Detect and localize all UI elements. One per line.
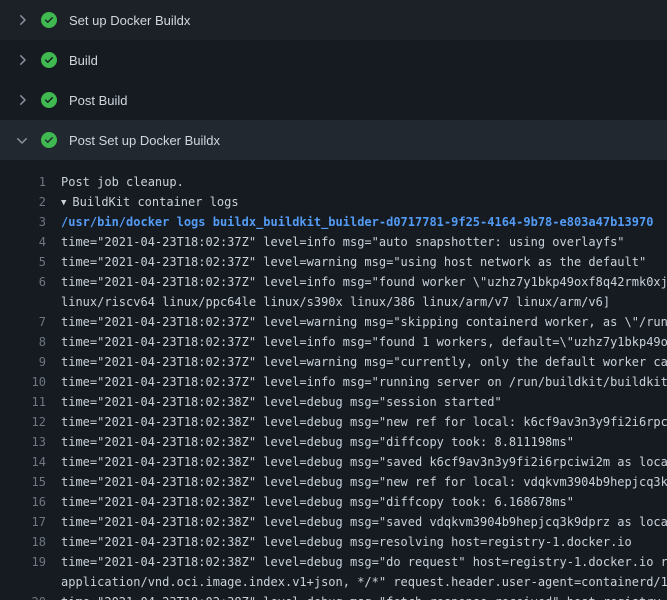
log-line: 9 time="2021-04-23T18:02:37Z" level=warni… bbox=[0, 352, 667, 372]
log-text: time="2021-04-23T18:02:38Z" level=debug … bbox=[61, 552, 667, 572]
log-text: time="2021-04-23T18:02:37Z" level=warnin… bbox=[61, 312, 667, 332]
log-text: time="2021-04-23T18:02:38Z" level=debug … bbox=[61, 412, 667, 432]
log-text: time="2021-04-23T18:02:38Z" level=debug … bbox=[61, 432, 667, 452]
line-number[interactable]: 8 bbox=[0, 332, 46, 352]
line-number[interactable]: 3 bbox=[0, 212, 46, 232]
log-text: Post job cleanup. bbox=[61, 172, 667, 192]
log-group-label[interactable]: ▼ BuildKit container logs bbox=[61, 192, 667, 212]
chevron-right-icon bbox=[14, 92, 30, 108]
line-number[interactable]: 10 bbox=[0, 372, 46, 392]
line-number[interactable]: 5 bbox=[0, 252, 46, 272]
line-number[interactable]: 17 bbox=[0, 512, 46, 532]
log-line: 14 time="2021-04-23T18:02:38Z" level=debu… bbox=[0, 452, 667, 472]
line-number[interactable]: 13 bbox=[0, 432, 46, 452]
success-check-icon bbox=[41, 132, 57, 148]
log-text: time="2021-04-23T18:02:37Z" level=info m… bbox=[61, 372, 667, 392]
log-text: time="2021-04-23T18:02:38Z" level=debug … bbox=[61, 472, 667, 492]
log-line: 19 time="2021-04-23T18:02:38Z" level=debu… bbox=[0, 552, 667, 572]
log-line: 5 time="2021-04-23T18:02:37Z" level=warni… bbox=[0, 252, 667, 272]
line-number bbox=[0, 572, 46, 592]
log-output: 1 Post job cleanup. 2 ▼ BuildKit container l… bbox=[0, 160, 667, 600]
line-number[interactable]: 4 bbox=[0, 232, 46, 252]
log-text: application/vnd.oci.image.index.v1+json,… bbox=[61, 572, 667, 592]
log-text: time="2021-04-23T18:02:37Z" level=info m… bbox=[61, 332, 667, 352]
log-section-header-set-up-docker-buildx[interactable]: Set up Docker Buildx bbox=[0, 0, 667, 40]
log-line: 20 time="2021-04-23T18:02:38Z" level=debu… bbox=[0, 592, 667, 600]
log-text: time="2021-04-23T18:02:37Z" level=warnin… bbox=[61, 252, 667, 272]
log-line: 18 time="2021-04-23T18:02:38Z" level=debu… bbox=[0, 532, 667, 552]
section-title: Post Set up Docker Buildx bbox=[69, 133, 220, 148]
log-text: time="2021-04-23T18:02:37Z" level=warnin… bbox=[61, 352, 667, 372]
log-text: time="2021-04-23T18:02:38Z" level=debug … bbox=[61, 392, 667, 412]
log-line: 13 time="2021-04-23T18:02:38Z" level=debu… bbox=[0, 432, 667, 452]
log-line: application/vnd.oci.image.index.v1+json,… bbox=[0, 572, 667, 592]
log-section-header-post-build[interactable]: Post Build bbox=[0, 80, 667, 120]
line-number[interactable]: 14 bbox=[0, 452, 46, 472]
line-number bbox=[0, 292, 46, 312]
line-number[interactable]: 1 bbox=[0, 172, 46, 192]
line-number[interactable]: 12 bbox=[0, 412, 46, 432]
log-line: linux/riscv64 linux/ppc64le linux/s390x … bbox=[0, 292, 667, 312]
section-title: Build bbox=[69, 53, 98, 68]
workflow-log-viewer: Set up Docker Buildx Build Post Build Post … bbox=[0, 0, 667, 600]
line-number[interactable]: 16 bbox=[0, 492, 46, 512]
log-text: linux/riscv64 linux/ppc64le linux/s390x … bbox=[61, 292, 667, 312]
log-section-header-post-set-up-docker-buildx[interactable]: Post Set up Docker Buildx bbox=[0, 120, 667, 160]
line-number[interactable]: 6 bbox=[0, 272, 46, 292]
log-line: 16 time="2021-04-23T18:02:38Z" level=debu… bbox=[0, 492, 667, 512]
success-check-icon bbox=[41, 92, 57, 108]
log-group-title: BuildKit container logs bbox=[72, 195, 238, 209]
log-text: time="2021-04-23T18:02:37Z" level=info m… bbox=[61, 272, 667, 292]
log-line: 2 ▼ BuildKit container logs bbox=[0, 192, 667, 212]
chevron-down-icon bbox=[14, 132, 30, 148]
line-number[interactable]: 2 bbox=[0, 192, 46, 212]
log-section-header-build[interactable]: Build bbox=[0, 40, 667, 80]
log-text: time="2021-04-23T18:02:38Z" level=debug … bbox=[61, 492, 667, 512]
command-text: /usr/bin/docker logs buildx_buildkit_bui… bbox=[61, 212, 667, 232]
log-line: 6 time="2021-04-23T18:02:37Z" level=info … bbox=[0, 272, 667, 292]
section-title: Post Build bbox=[69, 93, 128, 108]
log-line: 17 time="2021-04-23T18:02:38Z" level=debu… bbox=[0, 512, 667, 532]
log-line: 4 time="2021-04-23T18:02:37Z" level=info … bbox=[0, 232, 667, 252]
log-text: time="2021-04-23T18:02:38Z" level=debug … bbox=[61, 532, 667, 552]
success-check-icon bbox=[41, 12, 57, 28]
log-line: 7 time="2021-04-23T18:02:37Z" level=warni… bbox=[0, 312, 667, 332]
line-number[interactable]: 11 bbox=[0, 392, 46, 412]
log-line: 1 Post job cleanup. bbox=[0, 172, 667, 192]
group-collapse-toggle-icon[interactable]: ▼ bbox=[61, 193, 66, 212]
log-line: 12 time="2021-04-23T18:02:38Z" level=debu… bbox=[0, 412, 667, 432]
chevron-right-icon bbox=[14, 52, 30, 68]
log-line: 8 time="2021-04-23T18:02:37Z" level=info … bbox=[0, 332, 667, 352]
log-line: 15 time="2021-04-23T18:02:38Z" level=debu… bbox=[0, 472, 667, 492]
log-text: time="2021-04-23T18:02:38Z" level=debug … bbox=[61, 512, 667, 532]
line-number[interactable]: 18 bbox=[0, 532, 46, 552]
section-title: Set up Docker Buildx bbox=[69, 13, 190, 28]
log-line: 11 time="2021-04-23T18:02:38Z" level=debu… bbox=[0, 392, 667, 412]
line-number[interactable]: 19 bbox=[0, 552, 46, 572]
line-number[interactable]: 9 bbox=[0, 352, 46, 372]
log-text: time="2021-04-23T18:02:38Z" level=debug … bbox=[61, 592, 667, 600]
line-number[interactable]: 15 bbox=[0, 472, 46, 492]
chevron-right-icon bbox=[14, 12, 30, 28]
log-text: time="2021-04-23T18:02:38Z" level=debug … bbox=[61, 452, 667, 472]
log-line: 3/usr/bin/docker logs buildx_buildkit_bu… bbox=[0, 212, 667, 232]
log-text: time="2021-04-23T18:02:37Z" level=info m… bbox=[61, 232, 667, 252]
success-check-icon bbox=[41, 52, 57, 68]
log-line: 10 time="2021-04-23T18:02:37Z" level=info… bbox=[0, 372, 667, 392]
line-number[interactable]: 7 bbox=[0, 312, 46, 332]
line-number[interactable]: 20 bbox=[0, 592, 46, 600]
